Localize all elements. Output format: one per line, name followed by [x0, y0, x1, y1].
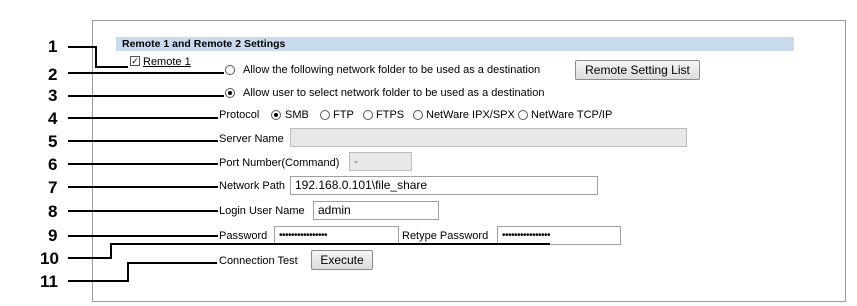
leader-line-11-end — [127, 262, 217, 264]
network-path-label: Network Path — [219, 180, 286, 192]
port-number-input[interactable]: - — [349, 152, 412, 171]
protocol-netware-tcp-label: NetWare TCP/IP — [531, 109, 613, 121]
protocol-netware-ipx-label: NetWare IPX/SPX — [426, 109, 515, 121]
radio-protocol-netware-ipx[interactable] — [413, 110, 423, 120]
remote1-checkbox[interactable]: ✓ — [130, 56, 140, 66]
leader-line-1 — [68, 46, 96, 48]
protocol-ftp-label: FTP — [333, 109, 354, 121]
server-name-input[interactable] — [290, 128, 687, 147]
radio-protocol-ftp[interactable] — [320, 110, 330, 120]
leader-line-5 — [68, 140, 218, 142]
radio-following-folder[interactable] — [225, 65, 235, 75]
leader-line-9 — [68, 235, 218, 237]
callout-6: 6 — [48, 155, 58, 174]
radio-protocol-ftps[interactable] — [363, 110, 373, 120]
leader-line-6 — [68, 163, 218, 165]
leader-line-11-vertical — [127, 262, 129, 282]
port-number-label: Port Number(Command) — [219, 157, 340, 169]
leader-line-3 — [68, 95, 224, 97]
leader-line-10 — [68, 257, 110, 259]
callout-11: 11 — [40, 272, 58, 291]
remote1-label[interactable]: Remote 1 — [143, 55, 191, 69]
protocol-ftps-label: FTPS — [376, 109, 405, 121]
callout-8: 8 — [48, 202, 58, 221]
login-user-name-label: Login User Name — [219, 205, 305, 217]
callout-2: 2 — [48, 65, 58, 84]
remote-setting-list-button[interactable]: Remote Setting List — [575, 60, 700, 80]
connection-test-label: Connection Test — [219, 255, 298, 267]
callout-10: 10 — [40, 249, 59, 268]
radio-user-select-folder[interactable] — [225, 88, 235, 98]
callout-9: 9 — [48, 226, 58, 245]
leader-line-10-end — [110, 243, 550, 245]
leader-line-4 — [68, 117, 218, 119]
option-following-folder-label: Allow the following network folder to be… — [243, 64, 541, 76]
option-user-select-label: Allow user to select network folder to b… — [243, 87, 545, 99]
leader-line-10-vertical — [110, 243, 112, 259]
callout-4: 4 — [48, 109, 58, 128]
retype-password-label: Retype Password — [402, 230, 489, 242]
section-title: Remote 1 and Remote 2 Settings — [116, 37, 794, 51]
leader-line-7 — [68, 186, 218, 188]
execute-button[interactable]: Execute — [311, 250, 373, 270]
server-name-label: Server Name — [219, 133, 284, 145]
callout-7: 7 — [48, 178, 58, 197]
callout-3: 3 — [48, 86, 58, 105]
network-path-input[interactable]: 192.168.0.101\file_share — [290, 176, 598, 195]
protocol-label: Protocol — [219, 109, 260, 121]
callout-5: 5 — [48, 132, 58, 151]
callout-1: 1 — [48, 37, 58, 56]
leader-line-1-vertical — [95, 46, 97, 68]
protocol-smb-label: SMB — [285, 109, 309, 121]
login-user-name-input[interactable]: admin — [313, 201, 439, 220]
radio-protocol-netware-tcp[interactable] — [518, 110, 528, 120]
password-label: Password — [219, 230, 268, 242]
leader-line-11 — [68, 280, 128, 282]
leader-line-2 — [68, 72, 224, 74]
leader-line-8 — [68, 210, 218, 212]
radio-protocol-smb[interactable] — [271, 110, 281, 120]
leader-line-1-end — [95, 66, 128, 68]
